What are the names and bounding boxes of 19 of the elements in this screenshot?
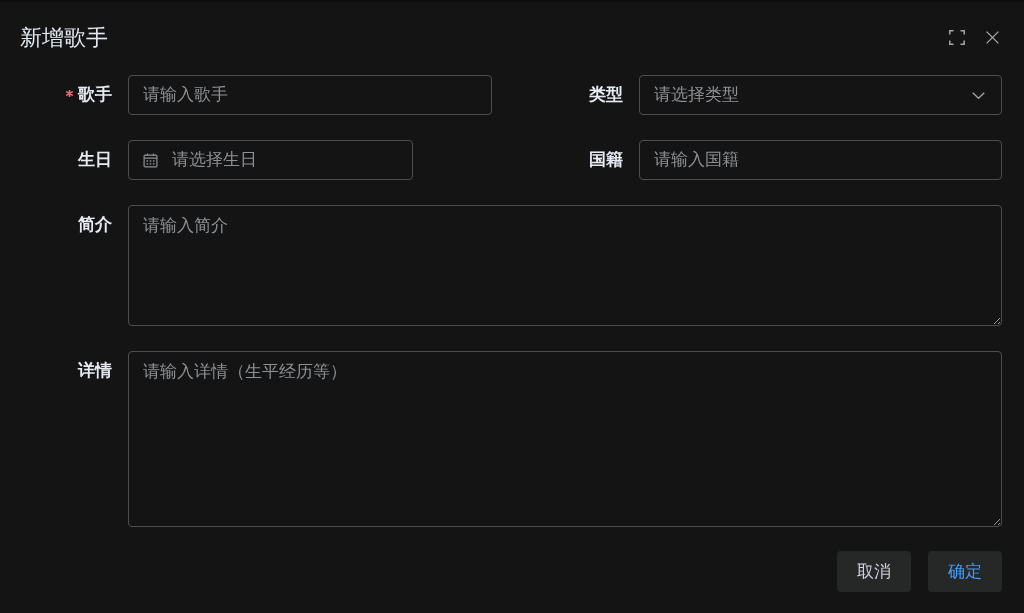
textarea-field[interactable]: 请输入简介 <box>128 205 1002 326</box>
chevron-down-icon <box>972 92 985 99</box>
text-input[interactable]: 请输入歌手 <box>128 75 492 115</box>
cancel-button[interactable]: 取消 <box>837 551 911 592</box>
fullscreen-icon[interactable] <box>949 30 965 45</box>
dialog-title: 新增歌手 <box>20 24 108 52</box>
select-field[interactable]: 请选择类型 <box>639 75 1002 115</box>
field-label: 简介 <box>78 214 112 236</box>
close-icon[interactable] <box>986 31 999 44</box>
field-label: 国籍 <box>589 149 623 171</box>
text-input[interactable]: 请输入国籍 <box>639 140 1002 180</box>
field-label: 详情 <box>78 360 112 382</box>
field-label: 歌手 <box>78 84 112 106</box>
calendar-icon <box>143 153 158 168</box>
date-field[interactable]: 请选择生日 <box>128 140 413 180</box>
field-label: 生日 <box>78 149 112 171</box>
field-label: 类型 <box>589 84 623 106</box>
confirm-button[interactable]: 确定 <box>928 551 1002 592</box>
textarea-field[interactable]: 请输入详情（生平经历等） <box>128 351 1002 527</box>
